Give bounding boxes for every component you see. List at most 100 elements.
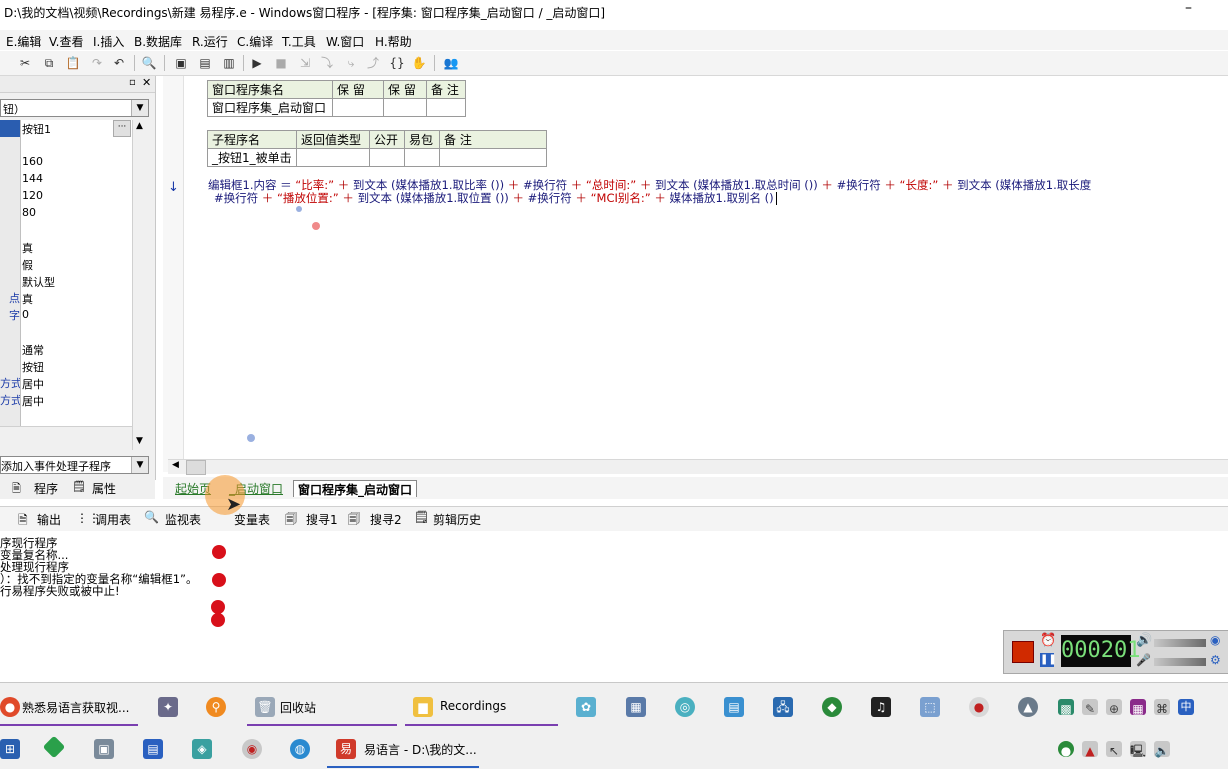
settings-icon[interactable]: ⚙: [1210, 653, 1221, 667]
taskbar-eyuyan-window[interactable]: 易语言 - D:\我的文...: [364, 741, 477, 758]
record-stop-button[interactable]: [1012, 641, 1034, 663]
copy-icon[interactable]: ⧉: [40, 54, 58, 72]
folder-icon[interactable]: ▆: [413, 697, 433, 717]
menu-database[interactable]: B.数据库: [134, 33, 182, 50]
component-combo[interactable]: 钮） ▼: [0, 99, 149, 117]
pause-icon[interactable]: ❚❚: [1040, 653, 1057, 667]
hand-icon[interactable]: ✋: [410, 54, 428, 72]
globe-icon[interactable]: ◍: [290, 739, 310, 759]
mic-level-bar[interactable]: [1154, 658, 1206, 666]
event-combo[interactable]: 添加入事件处理子程序 ▼: [0, 456, 149, 474]
menu-help[interactable]: H.帮助: [375, 33, 412, 50]
start-icon[interactable]: ⊞: [0, 739, 20, 759]
app-icon[interactable]: ⬚: [920, 697, 940, 717]
assembly-cell[interactable]: 窗口程序集_启动窗口: [207, 98, 333, 117]
menu-tools[interactable]: T.工具: [282, 33, 316, 50]
step-icon[interactable]: ⇲: [296, 54, 314, 72]
people-icon[interactable]: 👥: [442, 54, 460, 72]
tab-search1[interactable]: 搜寻1: [306, 511, 338, 528]
assembly-cell[interactable]: [383, 98, 427, 117]
taskbar-chrome-window[interactable]: 熟悉易语言获取视...: [22, 699, 129, 716]
scroll-thumb[interactable]: [186, 460, 206, 475]
property-row[interactable]: 方式 居中: [0, 375, 132, 393]
app-icon[interactable]: ✿: [576, 697, 596, 717]
property-row[interactable]: 假: [0, 256, 132, 274]
property-row[interactable]: [0, 409, 132, 427]
taskbar-recordings-folder[interactable]: Recordings: [440, 699, 506, 713]
undo-icon[interactable]: ↶: [110, 54, 128, 72]
tray-icon[interactable]: ▩: [1058, 699, 1074, 716]
menu-insert[interactable]: I.插入: [93, 33, 124, 50]
menu-compile[interactable]: C.编译: [237, 33, 273, 50]
app-icon[interactable]: ▤: [143, 739, 163, 759]
assembly-cell[interactable]: [426, 98, 466, 117]
record-app-icon[interactable]: ●: [969, 697, 989, 717]
close-icon[interactable]: ✕: [142, 76, 151, 89]
recycle-bin-icon[interactable]: 🗑: [255, 697, 275, 717]
menu-run[interactable]: R.运行: [192, 33, 228, 50]
ime-indicator[interactable]: 中: [1178, 699, 1194, 715]
property-row[interactable]: [0, 222, 132, 240]
sub-cell[interactable]: [369, 148, 405, 167]
tab-program[interactable]: 程序: [34, 480, 58, 497]
search-icon[interactable]: ⚲: [206, 697, 226, 717]
speaker-icon[interactable]: 🔊: [1136, 633, 1152, 648]
tab-assembly[interactable]: 窗口程序集_启动窗口: [293, 480, 418, 497]
cut-icon[interactable]: ✂: [16, 54, 34, 72]
property-row[interactable]: 字0: [0, 307, 132, 325]
property-row[interactable]: 点真: [0, 290, 132, 308]
volume-icon[interactable]: 🔈: [1154, 741, 1170, 758]
find-icon[interactable]: 🔍: [140, 54, 158, 72]
app-icon[interactable]: ◈: [192, 739, 212, 759]
tab-search2[interactable]: 搜寻2: [370, 511, 402, 528]
menu-edit[interactable]: E.编辑: [6, 33, 41, 50]
tab-watch[interactable]: 监视表: [165, 511, 201, 528]
layout-panel-icon[interactable]: ▥: [220, 54, 238, 72]
sub-cell[interactable]: [296, 148, 370, 167]
app-gear-icon[interactable]: ✦: [158, 697, 178, 717]
step-out-icon[interactable]: ⤴: [364, 54, 382, 72]
tray-icon[interactable]: ▲: [1082, 741, 1098, 758]
network-icon[interactable]: 🖳: [1130, 741, 1146, 758]
pin-icon[interactable]: ▫: [129, 77, 136, 88]
tab-properties[interactable]: 属性: [92, 480, 116, 497]
app-icon[interactable]: ◎: [675, 697, 695, 717]
editor-hscrollbar[interactable]: ◀: [168, 459, 1228, 475]
tray-icon[interactable]: ⌘: [1154, 699, 1170, 716]
cursor-tray-icon[interactable]: ↖: [1106, 741, 1122, 758]
property-row[interactable]: 按钮1 ···: [0, 120, 132, 138]
app-icon[interactable]: [42, 735, 66, 759]
property-row[interactable]: 80: [0, 205, 132, 223]
property-row[interactable]: 默认型: [0, 273, 132, 291]
property-row[interactable]: 真: [0, 239, 132, 257]
property-row[interactable]: 144: [0, 171, 132, 189]
app-icon[interactable]: ▦: [626, 697, 646, 717]
app-icon[interactable]: ▣: [94, 739, 114, 759]
property-row[interactable]: [0, 137, 132, 155]
app-icon[interactable]: ◉: [242, 739, 262, 759]
ellipsis-button[interactable]: ···: [113, 120, 131, 137]
scroll-up-icon[interactable]: ▲: [136, 121, 143, 131]
sub-cell[interactable]: _按钮1_被单击: [207, 148, 297, 167]
step-over-icon[interactable]: ⤷: [342, 54, 360, 72]
app-icon[interactable]: ♫: [871, 697, 891, 717]
scroll-down-icon[interactable]: ▼: [136, 436, 143, 446]
run-icon[interactable]: ▶: [248, 54, 266, 72]
assembly-cell[interactable]: [332, 98, 384, 117]
speaker-level-bar[interactable]: [1154, 639, 1206, 647]
tray-icon[interactable]: ⊕: [1106, 699, 1122, 716]
network-app-icon[interactable]: 🖧: [773, 697, 793, 717]
property-row[interactable]: 通常: [0, 341, 132, 359]
scroll-left-icon[interactable]: ◀: [172, 460, 179, 470]
menu-view[interactable]: V.查看: [49, 33, 83, 50]
sub-cell[interactable]: [439, 148, 547, 167]
tray-icon[interactable]: ●: [1058, 741, 1074, 758]
paste-icon[interactable]: 📋: [64, 54, 82, 72]
app-icon[interactable]: ▤: [724, 697, 744, 717]
property-row[interactable]: 按钮: [0, 358, 132, 376]
property-row[interactable]: [0, 324, 132, 342]
property-row[interactable]: 方式 居中: [0, 392, 132, 410]
chevron-down-icon[interactable]: ▼: [131, 457, 148, 473]
tray-icon[interactable]: ▦: [1130, 699, 1146, 716]
property-row[interactable]: 120: [0, 188, 132, 206]
